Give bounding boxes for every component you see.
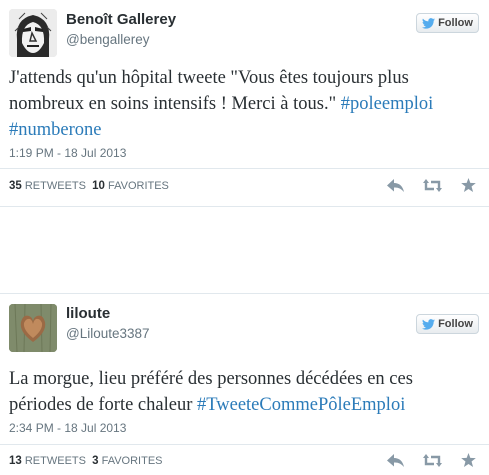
display-name[interactable]: Benoît Gallerey: [66, 11, 176, 28]
reply-icon[interactable]: [387, 453, 404, 467]
divider: [0, 168, 489, 169]
favorite-count[interactable]: 10: [92, 180, 105, 192]
tweet-timestamp[interactable]: 1:19 PM - 18 Jul 2013: [9, 146, 126, 160]
favorite-star-icon[interactable]: [461, 178, 476, 192]
retweet-icon[interactable]: [423, 453, 442, 467]
tweet-timestamp[interactable]: 2:34 PM - 18 Jul 2013: [9, 421, 126, 435]
favorite-count[interactable]: 3: [92, 455, 98, 467]
retweet-icon[interactable]: [423, 178, 442, 192]
tweet-stats: 13 RETWEETS 3 FAVORITES: [9, 455, 163, 467]
avatar[interactable]: [9, 9, 57, 57]
user-handle[interactable]: @bengallerey: [66, 32, 150, 47]
display-name[interactable]: liloute: [66, 305, 110, 322]
follow-label: Follow: [438, 318, 473, 330]
favorite-label[interactable]: FAVORITES: [102, 455, 163, 467]
hashtag-link[interactable]: #TweeteCommePôleEmploi: [197, 395, 405, 415]
follow-label: Follow: [438, 17, 473, 29]
twitter-bird-icon: [422, 17, 436, 29]
tweet-text: La morgue, lieu préféré des personnes dé…: [9, 366, 475, 418]
reply-icon[interactable]: [387, 178, 404, 192]
favorite-label[interactable]: FAVORITES: [108, 180, 169, 192]
tweet-actions: [387, 453, 476, 467]
hashtag-link[interactable]: #numberone: [9, 120, 101, 140]
tweet-card: Benoît Gallerey @bengallerey Follow J'at…: [0, 0, 489, 207]
tweet-actions: [387, 178, 476, 192]
follow-button[interactable]: Follow: [416, 314, 479, 334]
follow-button[interactable]: Follow: [416, 13, 479, 33]
twitter-bird-icon: [422, 318, 436, 330]
retweet-label[interactable]: RETWEETS: [25, 455, 86, 467]
user-handle[interactable]: @Liloute3387: [66, 326, 150, 341]
divider: [0, 444, 489, 445]
hashtag-link[interactable]: #poleemploi: [341, 94, 433, 114]
tweet-stats: 35 RETWEETS 10 FAVORITES: [9, 180, 169, 192]
retweet-label[interactable]: RETWEETS: [25, 180, 86, 192]
tweet-card: liloute @Liloute3387 Follow La morgue, l…: [0, 293, 489, 475]
retweet-count[interactable]: 35: [9, 180, 22, 192]
retweet-count[interactable]: 13: [9, 455, 22, 467]
avatar[interactable]: [9, 304, 57, 352]
tweet-text: J'attends qu'un hôpital tweete "Vous ête…: [9, 65, 475, 143]
favorite-star-icon[interactable]: [461, 453, 476, 467]
